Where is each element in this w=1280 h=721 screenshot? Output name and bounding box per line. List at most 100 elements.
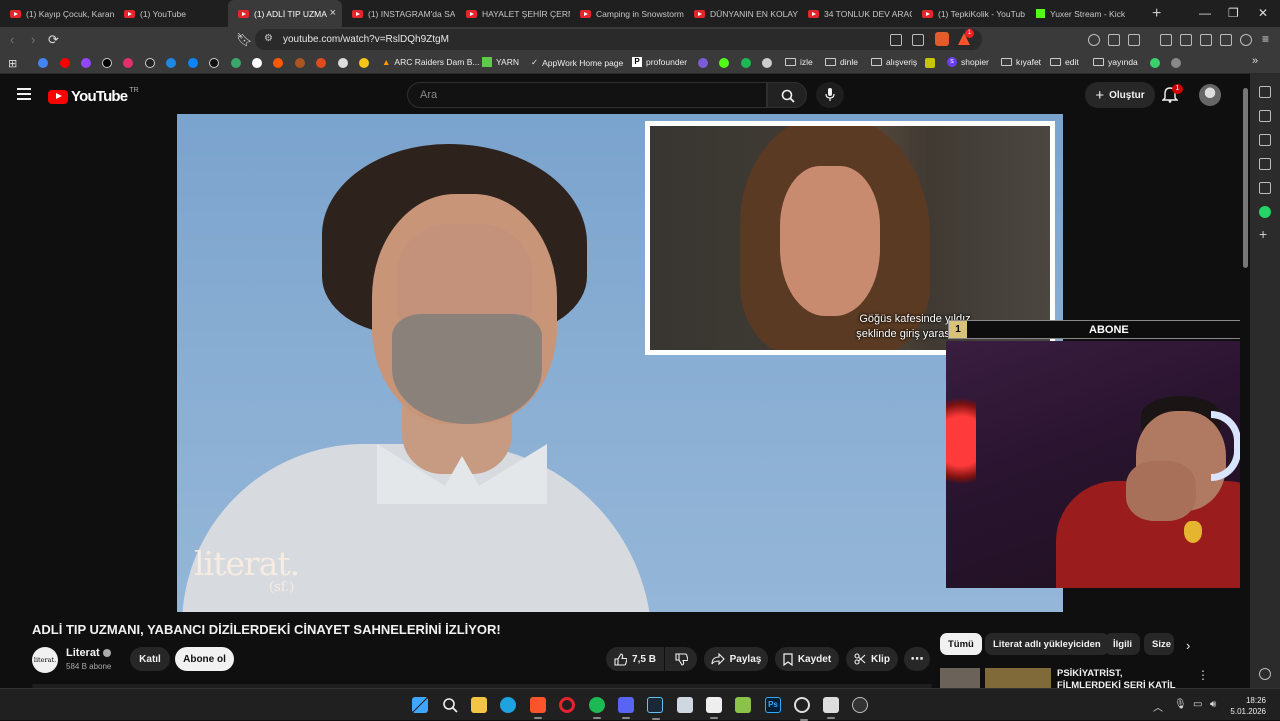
- site-icon[interactable]: [273, 58, 283, 68]
- tab-7[interactable]: 34 TONLUK DEV ARAÇ: [798, 0, 912, 27]
- tab-8[interactable]: (1) TepkiKolik - YouTub: [912, 0, 1026, 27]
- wikipedia-icon[interactable]: [209, 58, 219, 68]
- new-tab-button[interactable]: +: [1152, 5, 1161, 23]
- forward-icon[interactable]: ›: [31, 32, 35, 47]
- tab-0[interactable]: (1) Kayıp Çocuk, Karan: [0, 0, 114, 27]
- bookmarks-overflow-button[interactable]: »: [1252, 55, 1258, 67]
- account-avatar[interactable]: [1199, 84, 1221, 106]
- site-icon[interactable]: [1171, 58, 1181, 68]
- site-icon[interactable]: [698, 58, 708, 68]
- bookmark-folder-izle[interactable]: izle: [785, 57, 813, 67]
- play-store-icon[interactable]: [188, 58, 198, 68]
- openai-icon[interactable]: [762, 58, 772, 68]
- bookmark-yarn[interactable]: YARN: [482, 57, 519, 67]
- sidebar-add-icon[interactable]: +: [1259, 226, 1267, 242]
- site-icon[interactable]: [1150, 58, 1160, 68]
- app-icon[interactable]: [794, 697, 810, 721]
- app-icon[interactable]: [735, 697, 751, 713]
- close-window-button[interactable]: ✕: [1258, 6, 1268, 20]
- cloud-icon[interactable]: [166, 58, 176, 68]
- whatsapp-icon[interactable]: [1259, 206, 1271, 218]
- app-icon[interactable]: [823, 697, 839, 719]
- site-icon[interactable]: [338, 58, 348, 68]
- site-settings-icon[interactable]: ⚙︎: [264, 33, 273, 44]
- leo-ai-icon[interactable]: [1220, 34, 1232, 46]
- channel-avatar[interactable]: literat.: [32, 647, 58, 673]
- sidebar-toggle-icon[interactable]: [1180, 34, 1192, 46]
- site-icon[interactable]: [925, 58, 935, 68]
- tray-overflow-icon[interactable]: ︿: [1153, 699, 1163, 714]
- page-scrollbar[interactable]: [1243, 88, 1248, 268]
- share-button[interactable]: Paylaş: [704, 647, 768, 671]
- twitch-icon[interactable]: [81, 58, 91, 68]
- bookmark-folder-alisveris[interactable]: alışveriş: [871, 57, 917, 67]
- chip-for-you[interactable]: Size: [1144, 633, 1174, 655]
- bookmark-folder-yayinda[interactable]: yayında: [1093, 57, 1138, 67]
- search-input[interactable]: Ara: [407, 82, 767, 108]
- youtube-bookmark-icon[interactable]: [60, 58, 70, 68]
- chip-related[interactable]: İlgili: [1105, 633, 1140, 655]
- minimize-button[interactable]: —: [1199, 6, 1211, 20]
- site-icon[interactable]: [295, 58, 305, 68]
- brave-shield-icon[interactable]: [935, 32, 949, 46]
- apps-grid-icon[interactable]: ⊞: [8, 57, 17, 70]
- like-button[interactable]: 7,5 B: [606, 647, 664, 671]
- sidebar-reading-list-icon[interactable]: [1259, 182, 1271, 194]
- brave-vpn-icon[interactable]: [1240, 34, 1252, 46]
- instagram-icon[interactable]: [123, 58, 133, 68]
- tab-9[interactable]: Yuxer Stream - Kick: [1026, 0, 1140, 27]
- sidebar-pin-icon[interactable]: [1259, 86, 1271, 98]
- channel-name[interactable]: Literat: [66, 647, 111, 659]
- link-icon[interactable]: [231, 58, 241, 68]
- tab-close-icon[interactable]: ×: [330, 7, 336, 19]
- github-icon[interactable]: [145, 58, 155, 68]
- app-icon[interactable]: [852, 697, 868, 713]
- chip-from-uploader[interactable]: Literat adlı yükleyiciden: [985, 633, 1109, 655]
- search-button[interactable]: [767, 82, 807, 108]
- bookmark-icon[interactable]: 🔖︎: [236, 32, 253, 48]
- back-icon[interactable]: ‹: [10, 32, 14, 47]
- tiktok-icon[interactable]: [252, 58, 262, 68]
- recommendation-avatar-thumbnail[interactable]: [940, 668, 980, 688]
- chips-next-arrow-icon[interactable]: ›: [1186, 638, 1190, 653]
- tab-1[interactable]: (1) YouTube: [114, 0, 228, 27]
- more-actions-button[interactable]: ⋯: [904, 647, 930, 671]
- youtube-logo[interactable]: YouTube TR: [48, 87, 139, 105]
- share-page-icon[interactable]: [912, 34, 924, 46]
- clip-button[interactable]: Klip: [846, 647, 898, 671]
- brave-taskbar-icon[interactable]: [530, 697, 546, 719]
- sidebar-notes-icon[interactable]: [1259, 158, 1271, 170]
- site-icon[interactable]: [359, 58, 369, 68]
- tab-3[interactable]: (1) INSTAGRAM'da SA: [342, 0, 456, 27]
- url-field[interactable]: ⚙︎ youtube.com/watch?v=RslDQh9ZtgM 1: [255, 29, 982, 50]
- wallet-icon[interactable]: [1200, 34, 1212, 46]
- subscribe-button[interactable]: Abone ol: [175, 647, 234, 671]
- bookmark-shopier[interactable]: s shopier: [947, 57, 989, 67]
- steam-icon[interactable]: [647, 697, 663, 720]
- menu-icon[interactable]: ≡: [1262, 32, 1269, 46]
- tab-4[interactable]: HAYALET ŞEHİR ÇERN: [456, 0, 570, 27]
- start-menu-icon[interactable]: [412, 697, 428, 713]
- bookmark-folder-edit[interactable]: edit: [1050, 57, 1079, 67]
- site-icon[interactable]: [316, 58, 326, 68]
- google-icon[interactable]: [38, 58, 48, 68]
- sidebar-wallet-icon[interactable]: [1259, 134, 1271, 146]
- sidebar-tv-icon[interactable]: [1259, 110, 1271, 122]
- volume-tray-icon[interactable]: 🔊︎: [1210, 699, 1216, 710]
- tab-5[interactable]: Camping in Snowstorm: [570, 0, 684, 27]
- edge-icon[interactable]: [500, 697, 516, 713]
- tab-6[interactable]: DÜNYANIN EN KOLAY: [684, 0, 798, 27]
- app-icon[interactable]: [706, 697, 722, 719]
- screenshot-icon[interactable]: [1128, 34, 1140, 46]
- maximize-button[interactable]: ❐: [1228, 6, 1239, 20]
- file-explorer-icon[interactable]: [471, 697, 487, 713]
- reload-icon[interactable]: ⟳: [48, 32, 59, 48]
- discord-icon[interactable]: [618, 697, 634, 719]
- sidebar-settings-icon[interactable]: [1259, 668, 1271, 680]
- spotify-bookmark-icon[interactable]: [741, 58, 751, 68]
- x-icon[interactable]: [102, 58, 112, 68]
- recommendation-more-icon[interactable]: ⋮: [1197, 668, 1209, 682]
- recommendation-title[interactable]: PSİKİYATRİST, FİLMLERDEKİ SERİ KATİL SAH…: [1057, 668, 1187, 688]
- chip-all[interactable]: Tümü: [940, 633, 982, 655]
- cast-icon[interactable]: [890, 34, 902, 46]
